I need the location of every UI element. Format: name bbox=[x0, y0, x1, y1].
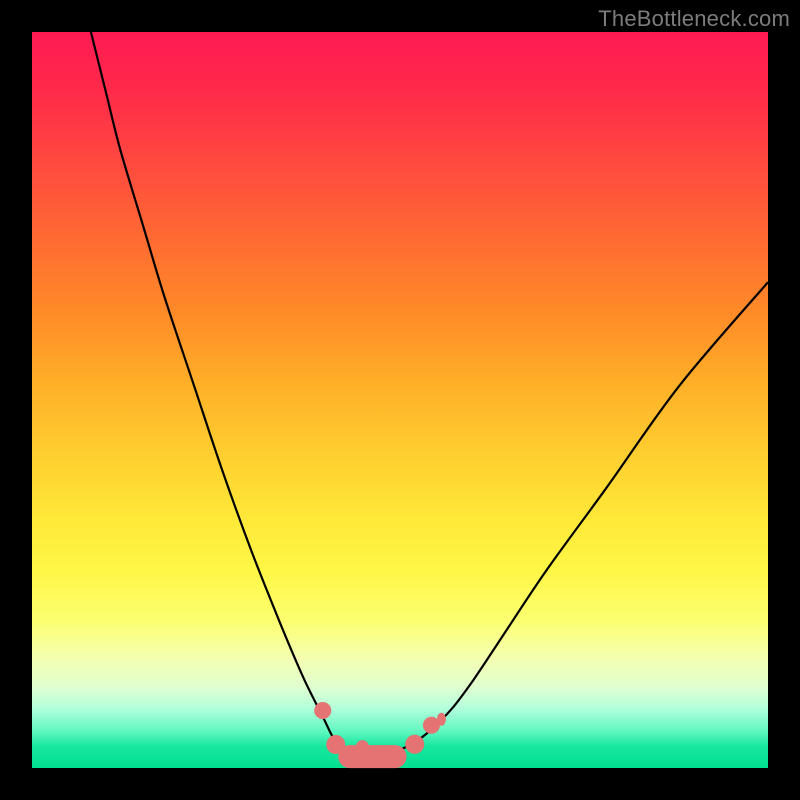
trough-dot bbox=[437, 713, 445, 725]
trough-body bbox=[339, 746, 406, 768]
plot-area bbox=[32, 32, 768, 768]
trough-dot bbox=[356, 741, 368, 753]
trough-dot bbox=[406, 735, 424, 753]
watermark-text: TheBottleneck.com bbox=[598, 6, 790, 32]
bottleneck-curve bbox=[91, 32, 768, 754]
trough-dot bbox=[315, 702, 331, 718]
chart-frame: TheBottleneck.com bbox=[0, 0, 800, 800]
chart-svg bbox=[32, 32, 768, 768]
